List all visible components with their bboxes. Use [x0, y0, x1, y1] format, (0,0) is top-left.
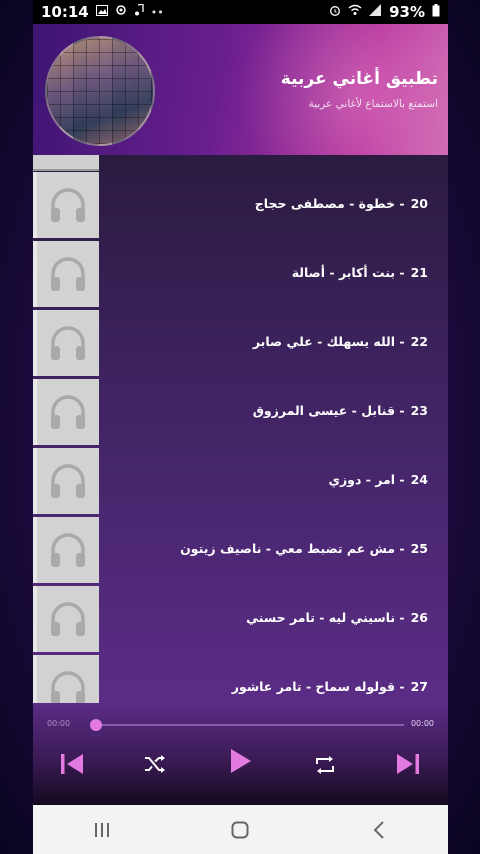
duration-time: 00:00: [410, 719, 434, 728]
headphones-icon: [51, 395, 85, 429]
song-number: 20: [410, 196, 428, 211]
settings-icon: [115, 4, 127, 20]
home-button[interactable]: [220, 810, 260, 850]
back-icon: [373, 820, 384, 839]
song-row[interactable]: 23- قنابل - عيسى المرزوق: [33, 379, 448, 448]
app-logo: [45, 36, 155, 146]
song-separator: -: [395, 472, 405, 487]
headphones-icon: [51, 602, 85, 636]
wifi-icon: [348, 4, 362, 20]
song-title: 22- الله يسهلك - علي صابر: [253, 334, 428, 349]
battery-icon: [432, 3, 440, 21]
app-title: تطبيق أغاني عربية: [280, 69, 438, 89]
play-icon: [231, 749, 251, 773]
header-glow: [228, 24, 448, 155]
song-thumbnail: [33, 448, 99, 514]
song-row[interactable]: 26- ناسيني ليه - تامر حسني: [33, 586, 448, 655]
song-row[interactable]: 25- مش عم تضبط معي - ناصيف زيتون: [33, 517, 448, 586]
repeat-button[interactable]: [314, 754, 336, 780]
headphones-icon: [51, 257, 85, 291]
song-thumbnail: [33, 586, 99, 652]
more-dots-icon: ••: [150, 5, 164, 19]
song-thumbnail: [33, 310, 99, 376]
signal-icon: [369, 4, 382, 20]
app-header: تطبيق أغاني عربية استمتع بالاستماع لأغان…: [33, 24, 448, 155]
song-separator: -: [395, 403, 405, 418]
seek-track[interactable]: [95, 724, 404, 726]
song-row[interactable]: 22- الله يسهلك - علي صابر: [33, 310, 448, 379]
partial-thumbnail: [33, 155, 99, 171]
song-name: ناسيني ليه - تامر حسني: [246, 610, 396, 625]
next-button[interactable]: [395, 751, 421, 781]
song-number: 21: [410, 265, 428, 280]
song-title: 25- مش عم تضبط معي - ناصيف زيتون: [180, 541, 428, 556]
song-number: 23: [410, 403, 428, 418]
song-name: خطوة - مصطفى حجاج: [254, 196, 396, 211]
shuffle-button[interactable]: [144, 754, 166, 778]
home-icon: [231, 821, 249, 838]
system-nav-bar: [33, 805, 448, 854]
song-number: 26: [410, 610, 428, 625]
song-row[interactable]: 21- بنت أكابر - أصالة: [33, 241, 448, 310]
status-bar: 10:14 •• 93%: [33, 0, 448, 24]
song-thumbnail: [33, 379, 99, 445]
shuffle-icon: [145, 755, 165, 773]
status-time: 10:14: [41, 3, 89, 21]
song-name: قنابل - عيسى المرزوق: [252, 403, 396, 418]
alarm-icon: [329, 4, 341, 20]
play-button[interactable]: [229, 747, 253, 779]
song-number: 27: [410, 679, 428, 694]
headphones-icon: [51, 188, 85, 222]
song-list[interactable]: 20- خطوة - مصطفى حجاج 21- بنت أكابر - أصا…: [33, 155, 448, 703]
app-subtitle: استمتع بالاستماع لأغاني عربية: [308, 98, 438, 110]
song-number: 24: [410, 472, 428, 487]
previous-button[interactable]: [59, 751, 85, 781]
song-separator: -: [395, 334, 405, 349]
song-title: 20- خطوة - مصطفى حجاج: [255, 196, 428, 211]
repeat-icon: [316, 756, 334, 774]
battery-percent: 93%: [389, 3, 425, 21]
song-thumbnail: [33, 655, 99, 703]
recent-apps-button[interactable]: [82, 810, 122, 850]
song-thumbnail: [33, 517, 99, 583]
song-row[interactable]: 24- امر - دوزي: [33, 448, 448, 517]
song-name: امر - دوزي: [328, 472, 396, 487]
music-note-icon: [134, 3, 144, 20]
headphones-icon: [51, 671, 85, 703]
song-row[interactable]: 20- خطوة - مصطفى حجاج: [33, 172, 448, 241]
headphones-icon: [51, 533, 85, 567]
back-button[interactable]: [359, 810, 399, 850]
headphones-icon: [51, 464, 85, 498]
song-separator: -: [395, 265, 405, 280]
status-left: 10:14 ••: [41, 3, 164, 21]
headphones-icon: [51, 326, 85, 360]
song-row[interactable]: 27- قولوله سماح - تامر عاشور: [33, 655, 448, 703]
song-name: الله يسهلك - علي صابر: [252, 334, 396, 349]
song-title: 21- بنت أكابر - أصالة: [292, 265, 428, 280]
song-separator: -: [395, 196, 405, 211]
song-title: 26- ناسيني ليه - تامر حسني: [246, 610, 428, 625]
seek-knob[interactable]: [90, 719, 102, 731]
status-right: 93%: [329, 3, 440, 21]
song-name: مش عم تضبط معي - ناصيف زيتون: [180, 541, 396, 556]
player-bar: 00:00 00:00: [33, 703, 448, 805]
phone-screen: 10:14 •• 93% تطبيق أغاني عربية استمتع با…: [33, 0, 448, 854]
elapsed-time: 00:00: [47, 719, 71, 728]
song-title: 24- امر - دوزي: [329, 472, 428, 487]
song-number: 22: [410, 334, 428, 349]
song-separator: -: [395, 610, 405, 625]
image-icon: [95, 4, 108, 20]
song-thumbnail: [33, 241, 99, 307]
song-thumbnail: [33, 172, 99, 238]
recent-apps-icon: [95, 822, 110, 837]
song-name: بنت أكابر - أصالة: [291, 265, 396, 280]
previous-icon: [61, 754, 83, 774]
song-separator: -: [395, 541, 405, 556]
song-title: 23- قنابل - عيسى المرزوق: [253, 403, 428, 418]
song-separator: -: [395, 679, 405, 694]
song-number: 25: [410, 541, 428, 556]
next-icon: [397, 754, 419, 774]
song-name: قولوله سماح - تامر عاشور: [231, 679, 396, 694]
song-title: 27- قولوله سماح - تامر عاشور: [232, 679, 428, 694]
